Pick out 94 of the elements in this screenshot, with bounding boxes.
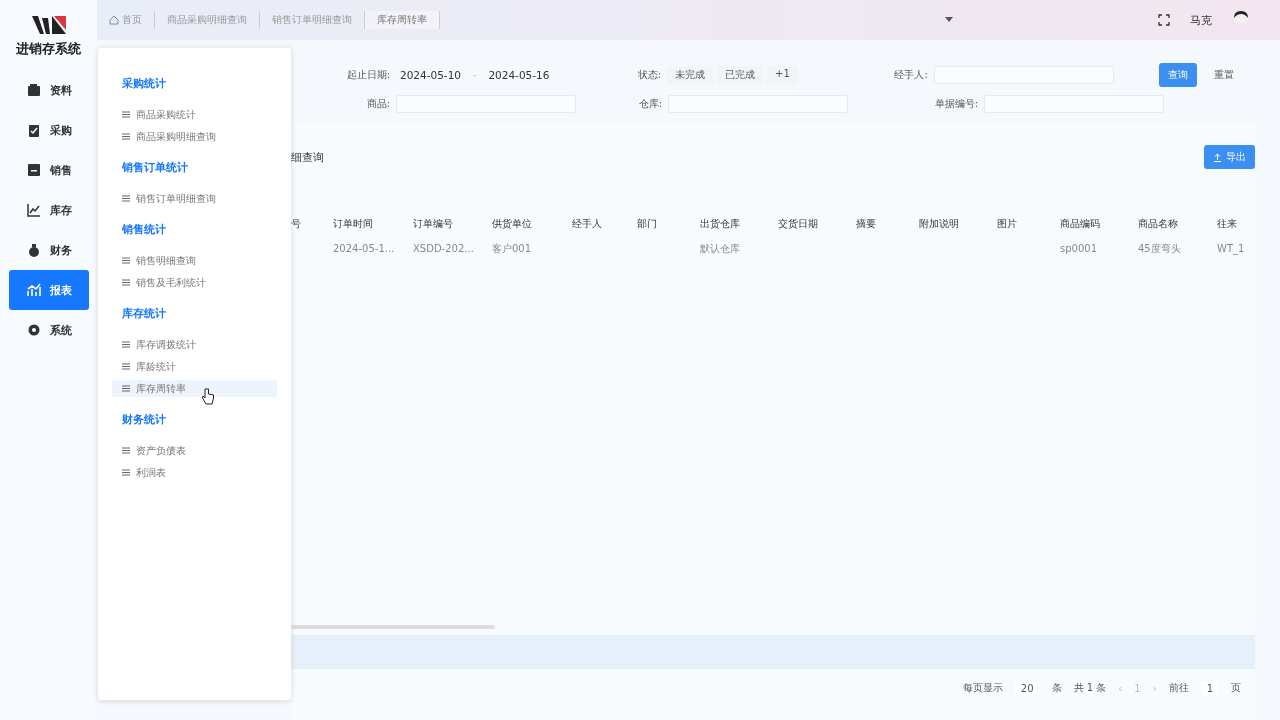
menu-item[interactable]: 库龄统计 [112,358,277,375]
reset-button[interactable]: 重置 [1204,63,1243,87]
goto-page-field[interactable]: 1 [1200,681,1219,695]
column-header: 商品名称 [1138,216,1179,231]
menu-item[interactable]: 销售明细查询 [112,252,277,269]
table-cell: sp0001 [1060,243,1097,254]
field-label: 仓库: [637,97,662,111]
caret-icon[interactable] [945,17,953,23]
tab[interactable]: 销售订单明细查询 [260,11,365,29]
pagination-label: 条 [1051,681,1062,695]
wallet-icon [26,83,41,97]
list-icon [122,279,130,286]
app-name: 进销存系统 [16,40,81,58]
query-button[interactable]: 查询 [1158,63,1197,87]
logo-icon [29,14,68,36]
section-title: 细查询 [291,149,324,165]
pagination-label: 页 [1231,681,1241,695]
table-cell: 客户001 [492,242,532,254]
home-icon [109,15,119,25]
table-cell: 2024-05-1... [333,243,395,254]
list-icon [122,111,130,118]
pagination-label: 每页显示 [962,681,1003,695]
tab[interactable]: 首页 [97,11,155,29]
report-icon [26,283,41,297]
column-header: 出货仓库 [700,216,741,231]
table-cell: 默认仓库 [700,242,740,254]
list-icon [122,385,130,392]
column-header: 号 [291,216,302,231]
field-label: 商品: [365,97,390,111]
column-header: 摘要 [856,216,877,231]
hand-cursor-icon [202,388,214,406]
user-name[interactable]: 马克 [1190,12,1212,28]
list-icon [122,257,130,264]
fullscreen-icon[interactable] [1158,14,1170,26]
column-header: 订单编号 [413,216,454,231]
column-header: 商品编码 [1060,216,1101,231]
tab[interactable]: 库存周转率 [365,11,440,29]
table-cell: XSDD-202... [413,243,474,254]
upload-icon [1213,152,1222,162]
menu-item[interactable]: 销售及毛利统计 [112,274,277,291]
menu-item[interactable]: 销售订单明细查询 [112,190,277,207]
column-header: 订单时间 [333,216,374,231]
sidebar-item[interactable]: 资料 [8,70,89,110]
field-label: 起止日期: [346,68,390,82]
menu-item[interactable]: 商品采购明细查询 [112,128,277,145]
sidebar-item[interactable]: 报表 [8,270,89,310]
bag-icon [26,243,41,257]
list-icon [122,195,130,202]
field-label: 状态: [636,68,661,82]
menu-item[interactable]: 商品采购统计 [112,106,277,123]
menu-group-title: 销售订单统计 [122,161,189,174]
column-header: 往来 [1217,216,1238,231]
list-icon [122,363,130,370]
column-header: 供货单位 [492,216,533,231]
status-tag: +1 [767,66,798,84]
sidebar-item[interactable]: 销售 [8,150,89,190]
table-cell: 45度弯头 [1138,242,1181,254]
list-icon [122,469,130,476]
menu-item[interactable]: 库存调拨统计 [112,336,277,353]
chart-icon [26,203,41,217]
sidebar-item[interactable]: 库存 [8,190,89,230]
sidebar-item[interactable]: 财务 [8,230,89,270]
table-cell: WT_1 [1217,243,1245,254]
column-header: 部门 [637,216,658,231]
page-size-field[interactable]: 20 [1014,681,1040,695]
column-header: 图片 [997,216,1018,231]
list-icon [122,447,130,454]
scrollbar[interactable] [291,625,495,629]
menu-group-title: 采购统计 [122,77,167,90]
column-header: 交货日期 [778,216,819,231]
menu-item[interactable]: 利润表 [112,464,277,481]
sidebar-item[interactable]: 系统 [8,310,89,350]
status-tag: 已完成 [717,66,763,84]
column-header: 经手人 [572,216,603,231]
column-header: 附加说明 [919,216,960,231]
menu-group-title: 财务统计 [122,413,167,426]
field-label: 经手人: [893,68,928,82]
date-range-field[interactable]: 2024-05-10 · 2024-05-16 [390,69,575,81]
total-count: 共 1 条 [1073,681,1107,695]
settings-icon [26,323,41,337]
pagination-label: 前往 [1168,681,1189,695]
menu-group-title: 销售统计 [122,223,167,236]
field-label: 单据编号: [933,97,978,111]
status-tag: 未完成 [667,66,713,84]
menu-item[interactable]: 资产负债表 [112,442,277,459]
menu-group-title: 库存统计 [122,307,167,320]
sidebar-item[interactable]: 采购 [8,110,89,150]
menu-item[interactable]: 库存周转率 [112,380,277,397]
tab[interactable]: 商品采购明细查询 [155,11,260,29]
ledger-icon [26,163,41,177]
export-button[interactable]: 导出 [1204,145,1255,169]
list-icon [122,341,130,348]
clipboard-icon [26,123,41,137]
list-icon [122,133,130,140]
